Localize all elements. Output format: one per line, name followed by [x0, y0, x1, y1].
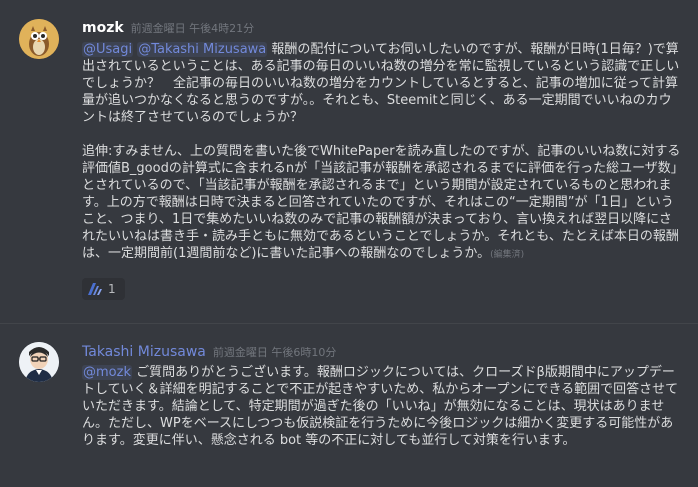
timestamp: 前週金曜日 午後6時10分: [212, 346, 337, 359]
avatar[interactable]: [19, 19, 59, 59]
reaction-count: 1: [108, 282, 116, 296]
paragraph-1: @Usagi @Takashi Mizusawa 報酬の配付についてお伺いしたい…: [82, 41, 682, 126]
owl-avatar-icon: [19, 19, 59, 59]
timestamp: 前週金曜日 午後4時21分: [130, 22, 255, 35]
mention-usagi[interactable]: @Usagi: [82, 42, 134, 57]
steem-logo-icon: [88, 283, 102, 295]
edited-label: (編集済): [490, 250, 525, 260]
message-text: ご質問ありがとうございます。報酬ロジックについては、クローズドβ版期間中にアップ…: [82, 365, 679, 448]
message-takashi: Takashi Mizusawa 前週金曜日 午後6時10分 @mozk ご質問…: [0, 324, 698, 487]
username[interactable]: Takashi Mizusawa: [82, 344, 206, 360]
paragraph-2: 追伸:すみません、上の質問を書いた後でWhitePaperを読み直したのですが、…: [82, 143, 682, 264]
paragraph-1: @mozk ご質問ありがとうございます。報酬ロジックについては、クローズドβ版期…: [82, 364, 682, 449]
avatar[interactable]: [19, 342, 59, 382]
message-body: @Usagi @Takashi Mizusawa 報酬の配付についてお伺いしたい…: [82, 41, 682, 264]
message-text-2: 追伸:すみません、上の質問を書いた後でWhitePaperを読み直したのですが、…: [82, 144, 681, 261]
person-avatar-icon: [19, 342, 59, 382]
message-body: @mozk ご質問ありがとうございます。報酬ロジックについては、クローズドβ版期…: [82, 364, 682, 449]
message-mozk: mozk 前週金曜日 午後4時21分 @Usagi @Takashi Mizus…: [0, 0, 698, 320]
mention-takashi[interactable]: @Takashi Mizusawa: [137, 42, 268, 57]
username[interactable]: mozk: [82, 20, 124, 36]
reaction-button[interactable]: 1: [82, 278, 125, 300]
mention-mozk[interactable]: @mozk: [82, 365, 132, 380]
